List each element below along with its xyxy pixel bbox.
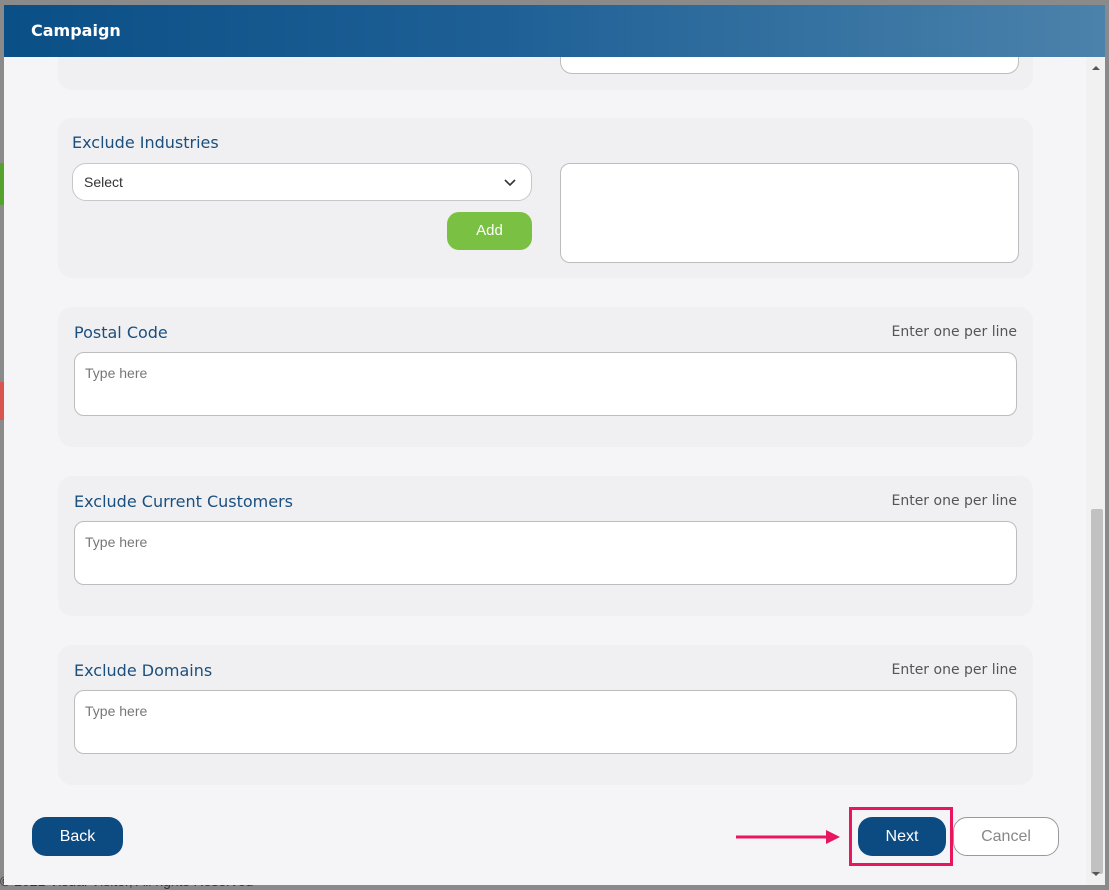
scrollbar-thumb[interactable] [1091, 509, 1103, 874]
add-industry-button[interactable]: Add [447, 212, 532, 250]
industry-select[interactable]: Select [72, 163, 532, 201]
next-button[interactable]: Next [858, 817, 946, 856]
exclude-customers-placeholder: Type here [85, 534, 148, 550]
postal-code-label: Postal Code [74, 323, 168, 342]
postal-code-hint: Enter one per line [891, 324, 1017, 340]
previous-card-box[interactable] [560, 57, 1019, 74]
exclude-industries-card: Exclude Industries Select Add [58, 118, 1033, 278]
campaign-modal: Campaign Exclude Industries Select Add P… [4, 5, 1105, 885]
vertical-scrollbar[interactable] [1086, 57, 1105, 885]
exclude-customers-card: Exclude Current Customers Enter one per … [58, 476, 1033, 616]
chevron-down-icon [504, 179, 516, 187]
modal-title: Campaign [31, 21, 121, 40]
back-button[interactable]: Back [32, 817, 123, 856]
modal-header: Campaign [4, 5, 1105, 57]
postal-code-placeholder: Type here [85, 365, 148, 381]
scroll-down-arrow-icon[interactable] [1091, 869, 1101, 879]
exclude-customers-input[interactable]: Type here [74, 521, 1017, 585]
scroll-up-arrow-icon[interactable] [1091, 63, 1101, 73]
exclude-domains-placeholder: Type here [85, 703, 148, 719]
cancel-button[interactable]: Cancel [953, 817, 1059, 856]
exclude-domains-label: Exclude Domains [74, 661, 213, 680]
selected-industries-box[interactable] [560, 163, 1019, 263]
modal-body: Exclude Industries Select Add Postal Cod… [4, 57, 1086, 885]
exclude-industries-label: Exclude Industries [72, 133, 219, 152]
exclude-domains-card: Exclude Domains Enter one per line Type … [58, 645, 1033, 785]
exclude-customers-label: Exclude Current Customers [74, 492, 293, 511]
exclude-domains-hint: Enter one per line [891, 662, 1017, 678]
exclude-domains-input[interactable]: Type here [74, 690, 1017, 754]
industry-select-value: Select [84, 174, 123, 190]
postal-code-card: Postal Code Enter one per line Type here [58, 307, 1033, 447]
postal-code-input[interactable]: Type here [74, 352, 1017, 416]
arrow-right-icon [736, 830, 840, 844]
previous-card [58, 57, 1033, 90]
exclude-customers-hint: Enter one per line [891, 493, 1017, 509]
